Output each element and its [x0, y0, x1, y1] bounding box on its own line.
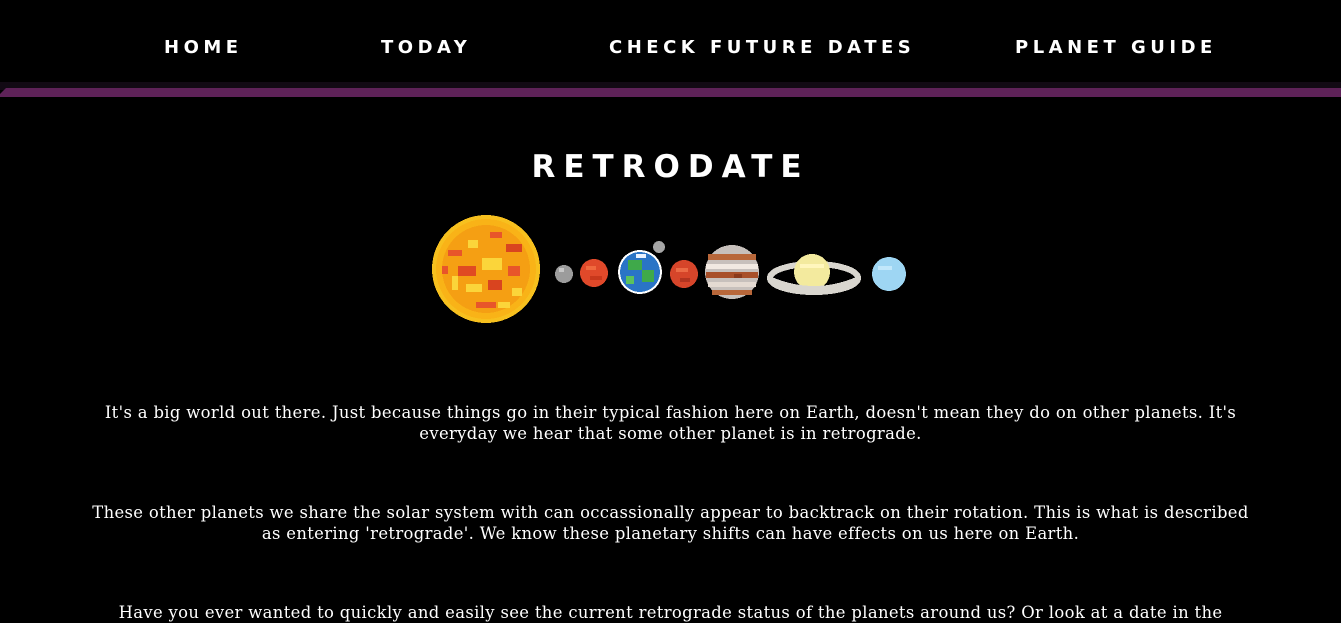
solar-system-image — [428, 210, 912, 328]
mercury-icon — [555, 265, 573, 283]
nav-planet-guide-link[interactable]: PLANET GUIDE — [1015, 36, 1217, 60]
intro-paragraph-3: Have you ever wanted to quickly and easi… — [118, 603, 1223, 622]
main-nav: HOME TODAY CHECK FUTURE DATES PLANET GUI… — [0, 0, 1341, 84]
solar-system-icon — [432, 215, 906, 323]
page-title: RETRODATE — [531, 149, 810, 185]
intro-paragraph-1: It's a big world out there. Just because… — [104, 403, 1237, 443]
intro-paragraph-2: These other planets we share the solar s… — [92, 503, 1249, 543]
nav-divider — [0, 88, 1341, 97]
nav-home-link[interactable]: HOME — [164, 36, 243, 60]
venus-icon — [580, 259, 608, 287]
saturn-icon — [767, 254, 861, 295]
sun-icon — [432, 215, 540, 323]
earth-icon — [618, 241, 665, 294]
uranus-icon — [872, 257, 906, 291]
jupiter-icon — [705, 245, 759, 299]
mars-icon — [670, 260, 698, 288]
nav-check-future-dates-link[interactable]: CHECK FUTURE DATES — [609, 36, 915, 60]
nav-today-link[interactable]: TODAY — [381, 36, 471, 60]
